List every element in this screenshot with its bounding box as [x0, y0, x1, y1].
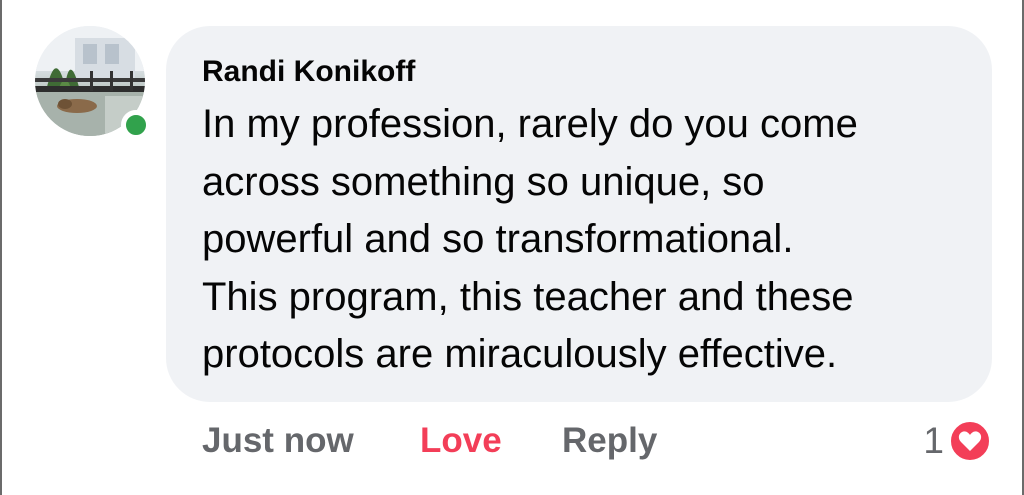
comment-actions: Just now Love Reply 1: [0, 418, 1024, 468]
reaction-summary[interactable]: 1: [923, 418, 992, 464]
reaction-count: 1: [923, 420, 944, 461]
love-reaction-button[interactable]: Love: [420, 418, 502, 464]
author-avatar[interactable]: [35, 26, 151, 140]
comment-text: In my profession, rarely do you come acr…: [202, 102, 858, 376]
reply-button[interactable]: Reply: [562, 418, 657, 464]
online-status-indicator: [121, 110, 151, 140]
comment-timestamp[interactable]: Just now: [202, 418, 354, 464]
heart-icon: [948, 419, 992, 463]
comment-bubble: Randi Konikoff In my profession, rarely …: [166, 26, 992, 402]
comment-author[interactable]: Randi Konikoff: [202, 54, 956, 90]
